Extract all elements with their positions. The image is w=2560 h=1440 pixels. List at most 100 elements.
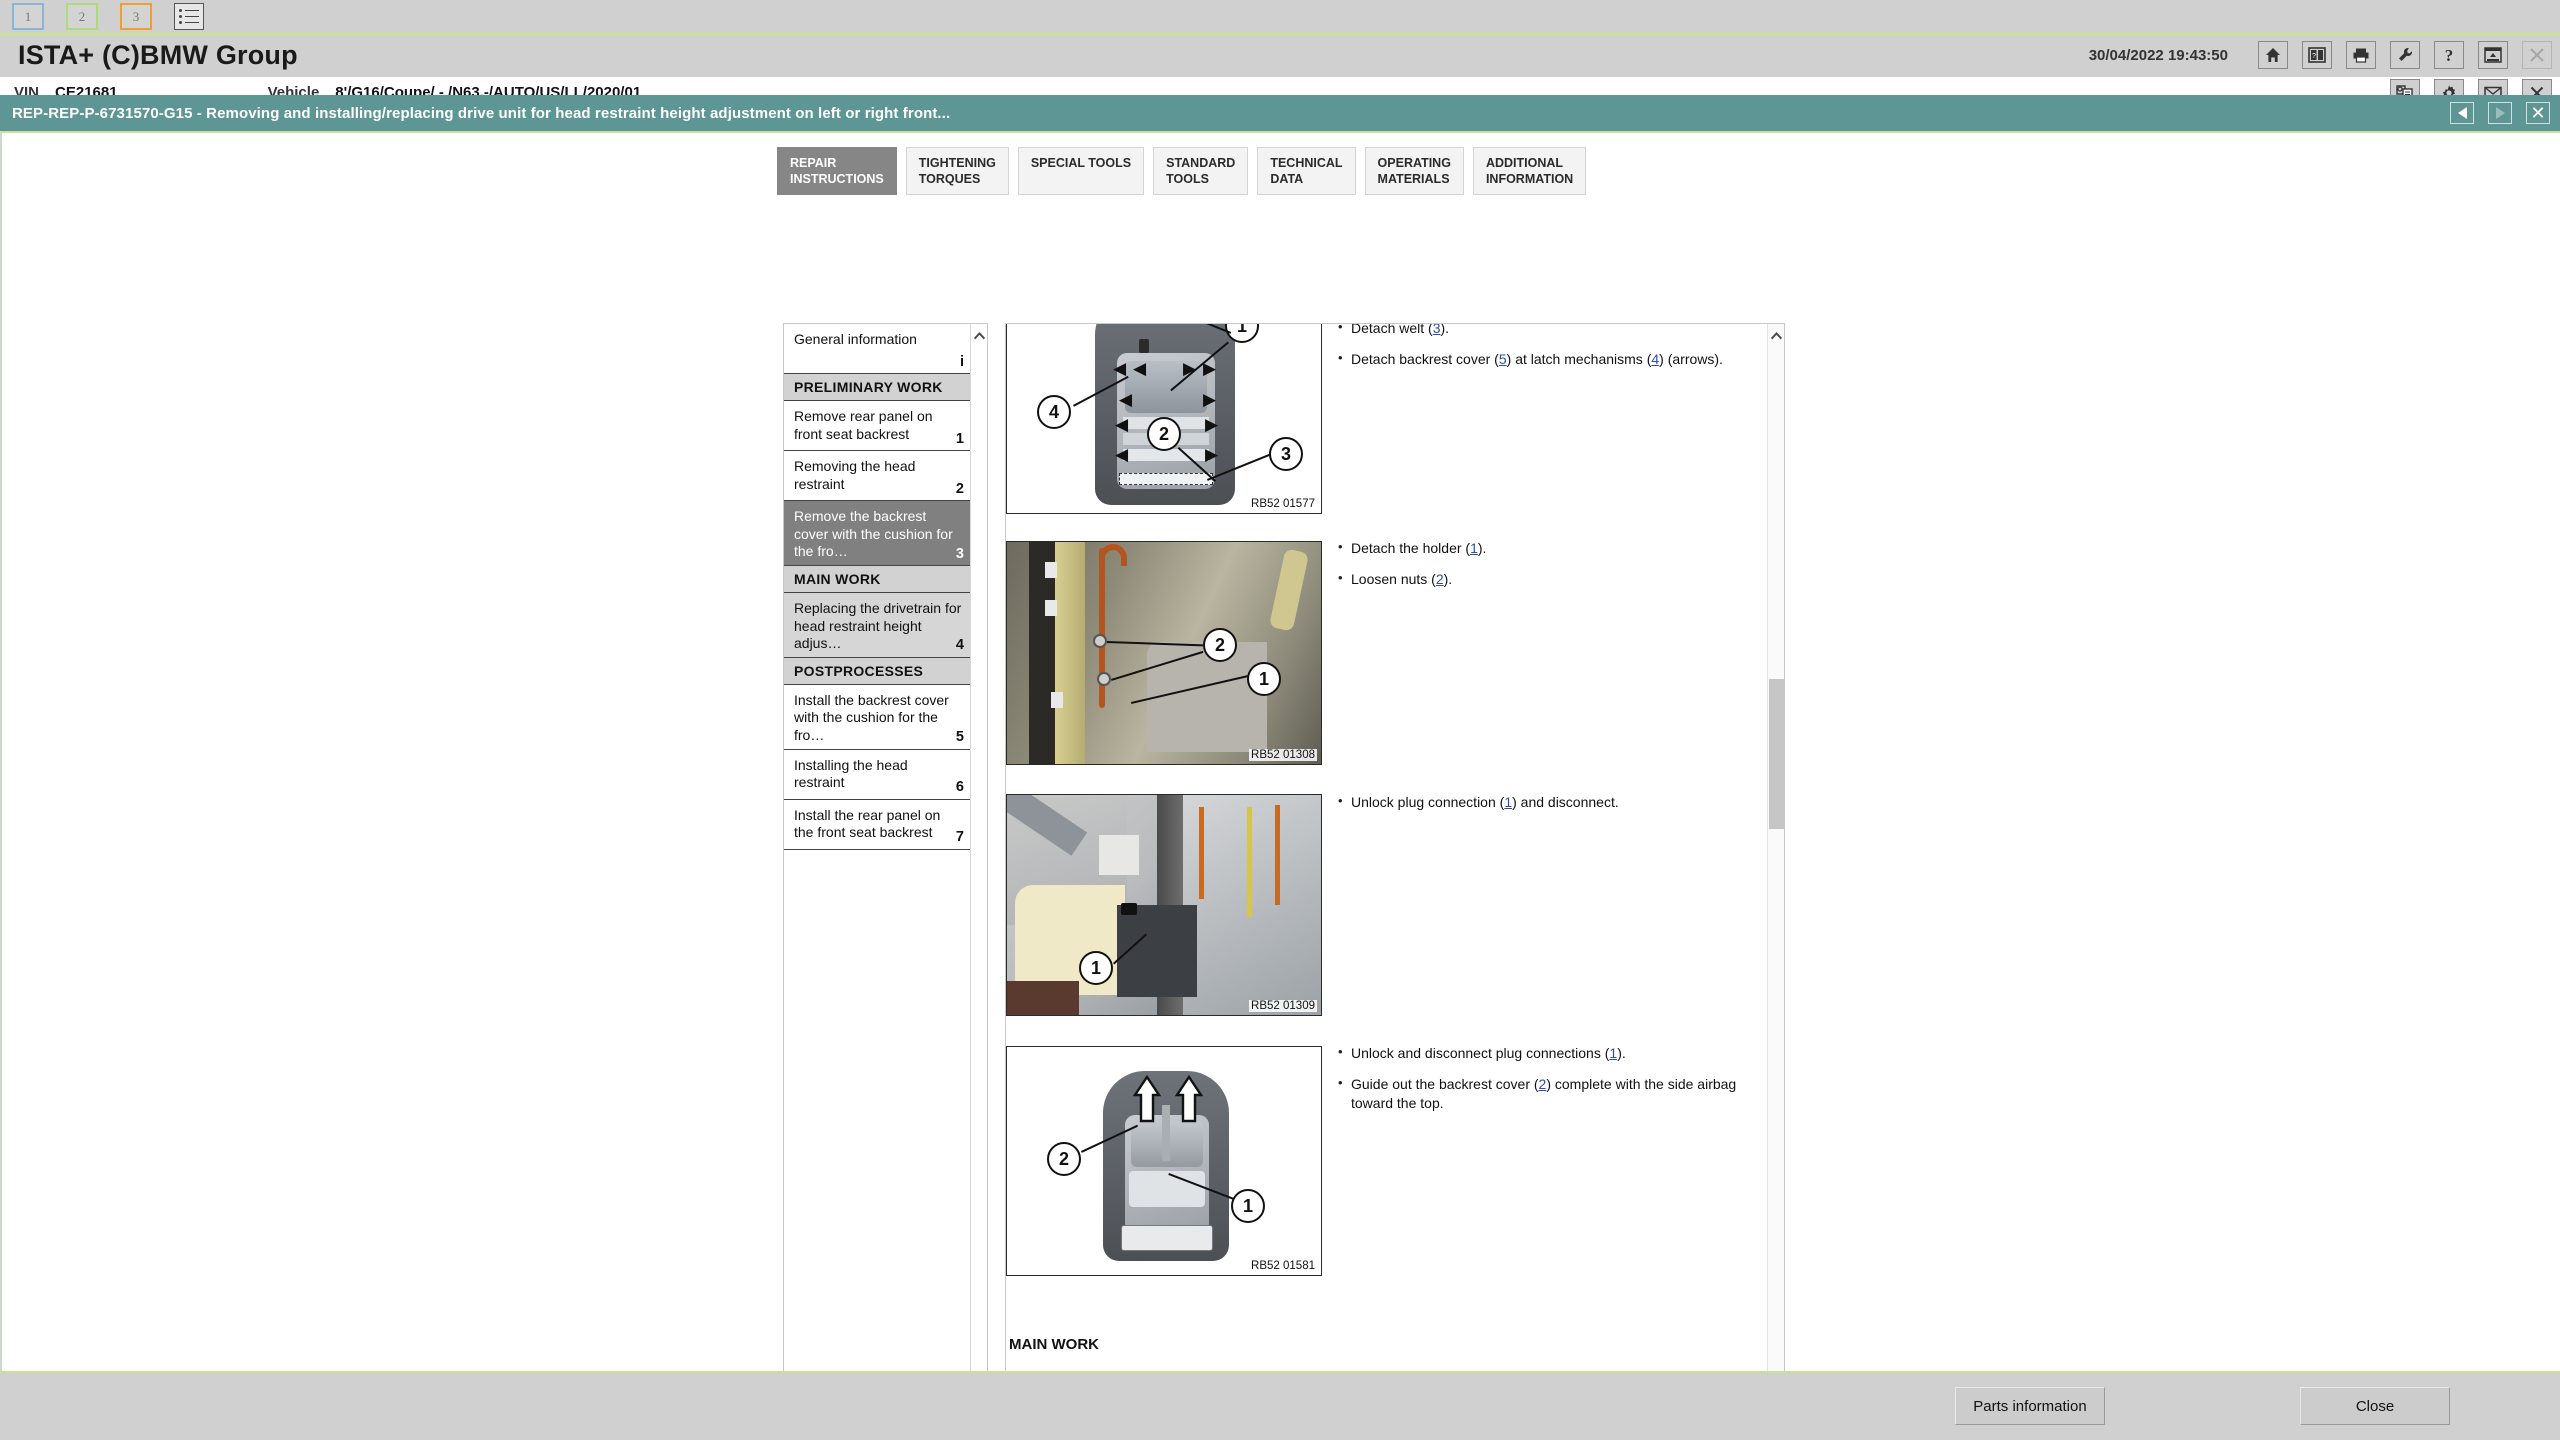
tab-operating-materials[interactable]: OPERATING MATERIALS [1364,147,1464,195]
figure-code: RB52 01581 [1249,1260,1317,1272]
help-icon[interactable]: ? [2434,41,2464,69]
tab-repair-instructions-line2: INSTRUCTIONS [790,171,884,186]
bullet-item: Detach the holder (1). [1336,538,1756,558]
banner-close-icon[interactable]: ✕ [2526,102,2550,124]
figure-rb52-01581[interactable]: 2 1 RB52 01581 [1006,1046,1322,1276]
callout-2: 2 [1047,1142,1081,1176]
sidebar-item-replacing-drivetrain[interactable]: Replacing the drivetrain for head restra… [784,592,972,658]
tab-repair-instructions[interactable]: REPAIR INSTRUCTIONS [777,147,897,195]
page-title: ISTA+ (C)BMW Group [18,39,298,70]
figure-artwork: 2 1 [1007,1047,1321,1275]
sidebar-item-number: 7 [955,829,964,846]
sidebar-item-remove-rear-panel[interactable]: Remove rear panel on front seat backrest… [784,401,972,451]
svg-text:?: ? [2445,46,2454,64]
tab-special-tools[interactable]: SPECIAL TOOLS [1017,147,1145,195]
tab-additional-information[interactable]: ADDITIONAL INFORMATION [1472,147,1587,195]
sidebar-item-label: Installing the head restraint [794,756,908,791]
title-bar: ISTA+ (C)BMW Group 30/04/2022 19:43:50 ?… [0,36,2560,74]
sidebar-item-number: 6 [955,779,964,796]
callout-2: 2 [1203,628,1237,662]
prev-arrow-icon[interactable] [2450,102,2474,124]
bullet-item: Detach backrest cover (5) at latch mecha… [1336,349,1756,369]
callout-1: 1 [1079,951,1113,985]
tab-standard-tools-line1: STANDARD [1166,156,1236,170]
figure-artwork: ◀ ◀ ▶ ▶ ◀ ▶ ◀ ▶ ◀ ▶ 1 4 2 3 [1007,324,1321,513]
sidebar-item-number: 4 [955,637,964,654]
main-work-heading: MAIN WORK [1009,1336,1099,1353]
sidebar-scrollbar[interactable] [970,324,987,1440]
footer-button-bar: Parts information Close [0,1373,2560,1440]
sidebar-item-label: Install the rear panel on the front seat… [794,806,941,841]
sidebar-item-general-information[interactable]: General information i [784,324,972,374]
context-tab-2-label: 2 [78,8,86,24]
figure-rb52-01309[interactable]: 1 RB52 01309 [1006,794,1322,1016]
tab-standard-tools[interactable]: STANDARD TOOLS [1153,147,1249,195]
tab-special-tools-line1: SPECIAL TOOLS [1030,156,1132,170]
document-tab-row: REPAIR INSTRUCTIONS TIGHTENING TORQUES S… [777,143,1587,195]
sidebar-item-install-rear-panel[interactable]: Install the rear panel on the front seat… [784,799,972,850]
sidebar-header-preliminary-work: PRELIMINARY WORK [784,374,972,401]
tab-technical-data-line1: TECHNICAL [1270,156,1343,170]
up-arrow-icon [1175,1075,1203,1123]
tab-tightening-torques-line2: TORQUES [918,171,981,186]
figure-rb52-01308[interactable]: 2 1 RB52 01308 [1006,541,1322,765]
tab-repair-instructions-line1: REPAIR [790,156,837,170]
sidebar-item-removing-head-restraint[interactable]: Removing the head restraint 2 [784,451,972,501]
sidebar-item-number: 3 [955,545,964,562]
tab-technical-data[interactable]: TECHNICAL DATA [1257,147,1356,195]
bullet-list-1: Unlock and disconnect plug connection (2… [1336,324,1756,381]
close-button[interactable]: Close [2300,1387,2450,1425]
content-panel: REPAIR INSTRUCTIONS TIGHTENING TORQUES S… [0,133,2560,1440]
context-tab-1-label: 1 [24,8,32,24]
chevron-up-icon[interactable] [1770,330,1783,343]
figure-rb52-01577[interactable]: ◀ ◀ ▶ ▶ ◀ ▶ ◀ ▶ ◀ ▶ 1 4 2 3 RB52 01577 [1006,324,1322,514]
tab-tightening-torques[interactable]: TIGHTENING TORQUES [905,147,1009,195]
sidebar-item-number: 2 [955,480,964,497]
sidebar-item-label: Remove rear panel on front seat backrest [794,408,933,442]
context-tab-1[interactable]: 1 [12,3,44,30]
print-icon[interactable] [2346,41,2376,69]
tab-additional-information-line1: ADDITIONAL [1485,156,1564,170]
sidebar-item-label: Remove the backrest cover with the cushi… [794,508,953,560]
context-tab-3[interactable]: 3 [120,3,152,30]
tab-technical-data-line2: DATA [1270,171,1304,186]
repair-document-pane: ◀ ◀ ▶ ▶ ◀ ▶ ◀ ▶ ◀ ▶ 1 4 2 3 RB52 01577 •… [1005,323,1785,1440]
bullet-list-3: Unlock plug connection (1) and disconnec… [1336,791,1756,824]
tab-tightening-torques-line1: TIGHTENING [918,156,996,170]
datetime-display: 30/04/2022 19:43:50 [2088,46,2228,64]
list-icon[interactable] [174,3,204,30]
callout-1: 1 [1231,1189,1265,1223]
close-window-icon[interactable] [2522,41,2552,69]
sidebar-item-number: i [959,353,964,370]
bullet-item: Detach welt (3). [1336,324,1756,338]
sidebar-item-remove-backrest-cover[interactable]: Remove the backrest cover with the cushi… [784,501,972,566]
tab-operating-materials-line1: OPERATING [1377,156,1451,170]
context-tab-3-label: 3 [132,8,140,24]
sidebar-header-postprocesses: POSTPROCESSES [784,657,972,685]
sidebar-item-installing-head-restraint[interactable]: Installing the head restraint 6 [784,749,972,800]
context-tab-2[interactable]: 2 [66,3,98,30]
document-scroll-thumb[interactable] [1769,679,1784,829]
up-arrow-icon [1133,1075,1161,1123]
tab-additional-information-line2: INFORMATION [1485,171,1574,186]
parts-information-button[interactable]: Parts information [1955,1387,2105,1425]
bullet-item: Unlock and disconnect plug connections (… [1336,1043,1766,1063]
sidebar-item-number: 5 [955,729,964,746]
figure-code: RB52 01308 [1249,749,1317,761]
figure-artwork: 1 [1007,795,1321,1015]
sidebar-item-label: Removing the head restraint [794,458,916,492]
svg-text:?: ? [2312,53,2316,60]
minimize-window-icon[interactable] [2478,41,2508,69]
sidebar-item-install-backrest-cover[interactable]: Install the backrest cover with the cush… [784,684,972,750]
home-icon[interactable] [2258,41,2288,69]
screenshot-icon[interactable]: ? [2302,41,2332,69]
bullet-item: Unlock plug connection (1) and disconnec… [1336,792,1756,812]
next-arrow-icon[interactable] [2488,102,2512,124]
figure-code: RB52 01309 [1249,1000,1317,1012]
procedure-banner: REP-REP-P-6731570-G15 - Removing and ins… [0,95,2560,131]
figure-artwork: 2 1 [1007,542,1321,764]
sidebar-item-label: Replacing the drivetrain for head restra… [794,599,962,652]
chevron-up-icon[interactable] [973,330,986,343]
wrench-icon[interactable] [2390,41,2420,69]
document-scrollbar[interactable] [1767,324,1784,1440]
